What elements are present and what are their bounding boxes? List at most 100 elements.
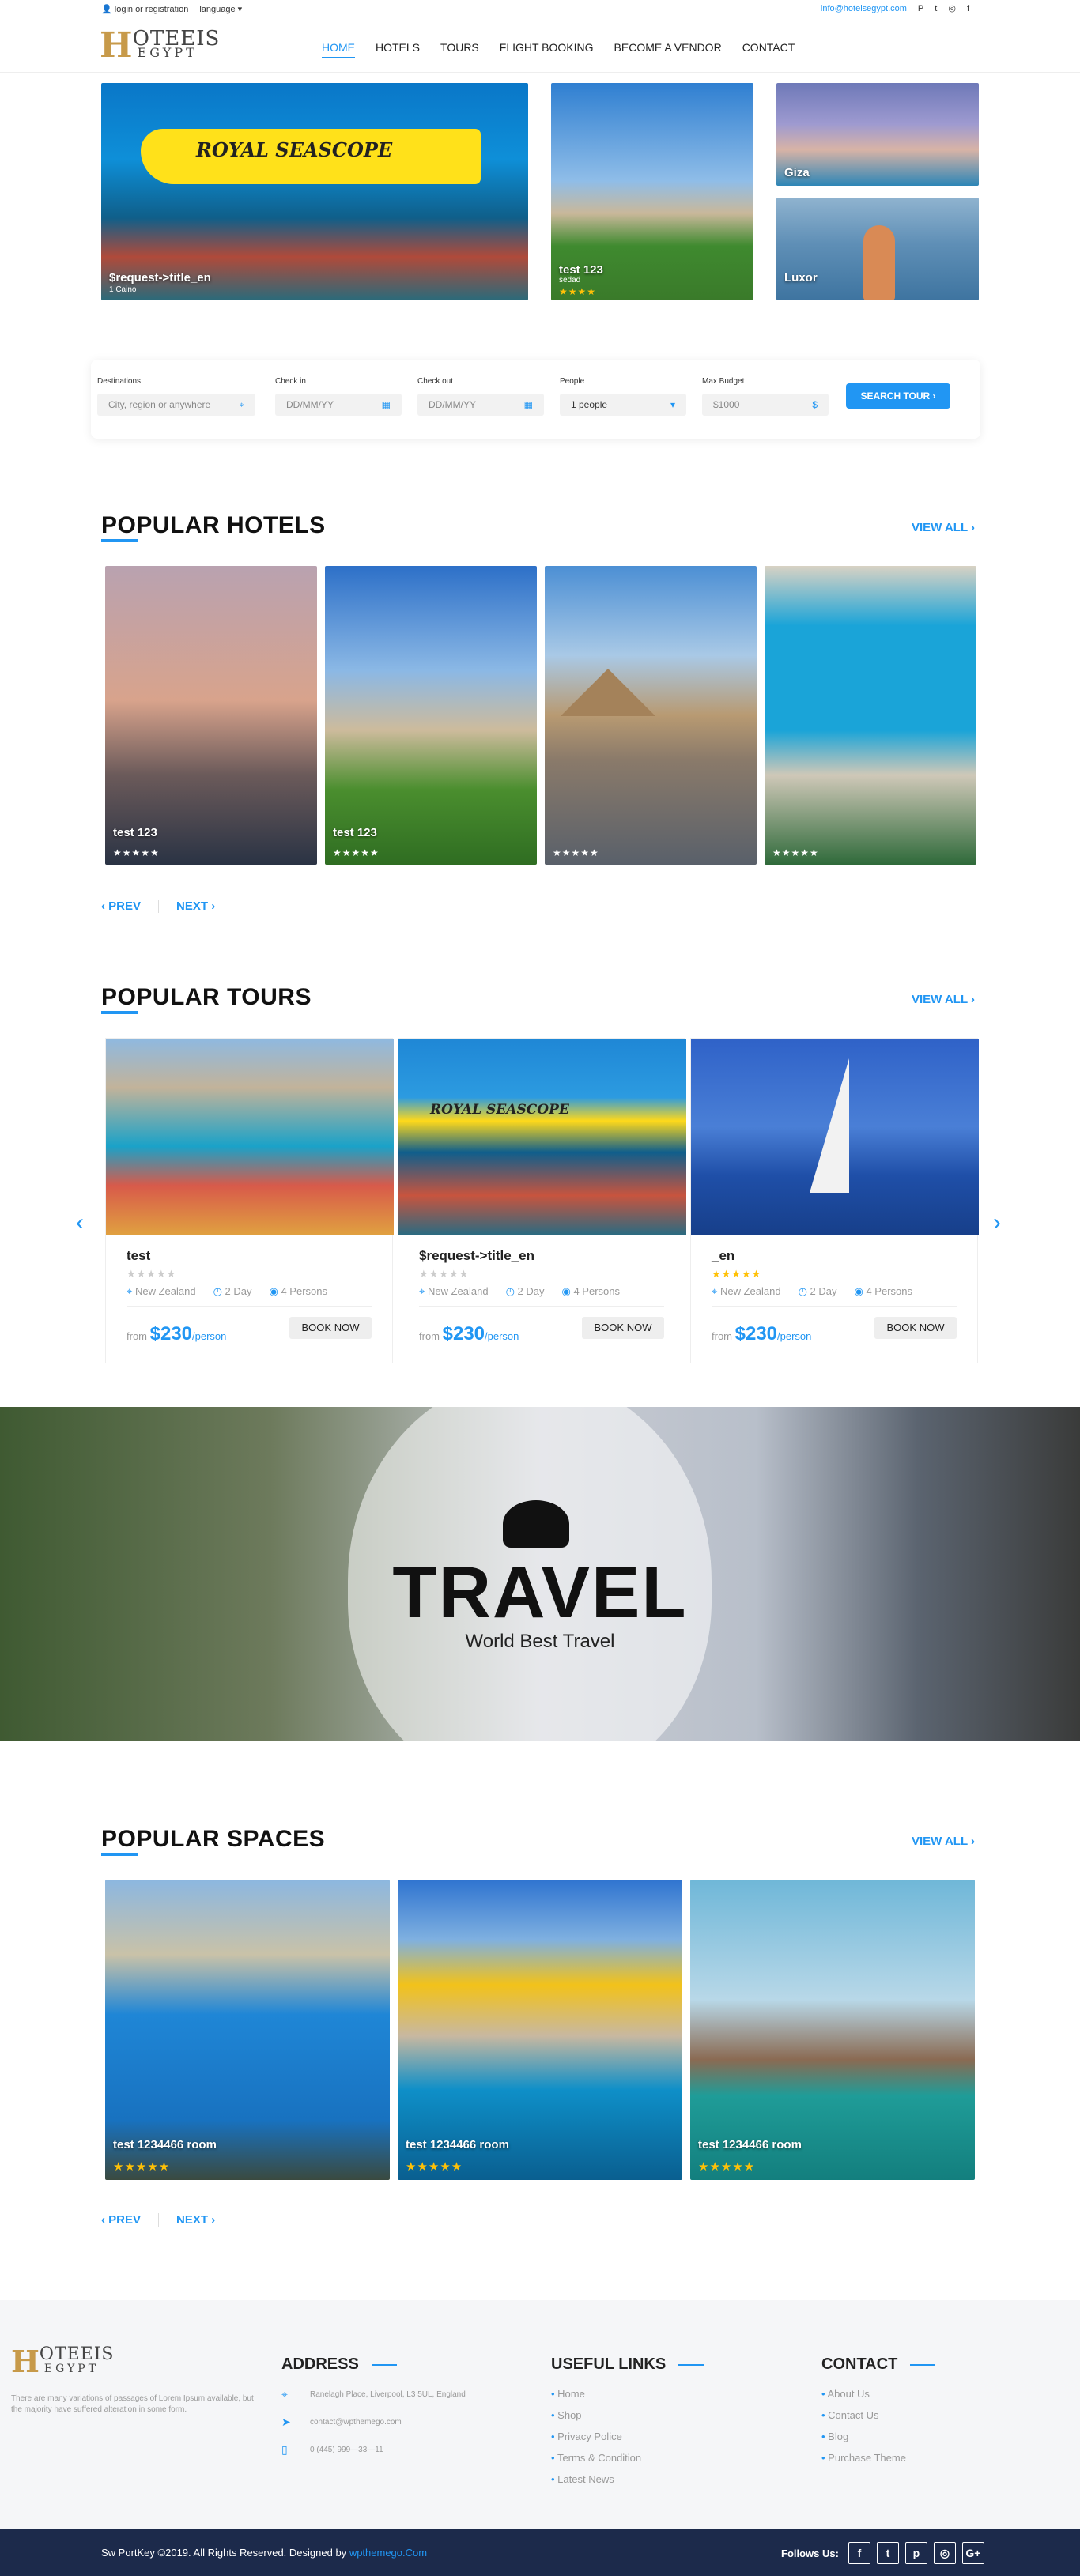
chevron-right-icon[interactable]: › (993, 1209, 1001, 1236)
footer-email-link[interactable]: contact@wpthemego.com (310, 2418, 402, 2427)
twitter-icon[interactable]: t (935, 4, 937, 13)
menu-flight-booking[interactable]: FLIGHT BOOKING (500, 41, 594, 58)
user-icon: ◉ (561, 1285, 571, 1297)
banner-subtitle: World Best Travel (465, 1631, 615, 1652)
tour-title: _en (712, 1248, 735, 1263)
boat-name: ROYAL SEASCOPE (430, 1102, 569, 1118)
hotel-card[interactable]: ★★★★★ (765, 566, 976, 865)
destinations-field[interactable]: Destinations City, region or anywhere ⌖ (97, 377, 255, 416)
tour-card[interactable]: ROYAL SEASCOPE $request->title_en ★★★★★ … (398, 1038, 686, 1363)
tours-view-all-link[interactable]: VIEW ALL › (912, 993, 975, 1006)
menu-hotels[interactable]: HOTELS (376, 41, 420, 58)
banner-title: TRAVEL (392, 1552, 688, 1633)
designer-link[interactable]: wpthemego.Com (349, 2547, 427, 2559)
chevron-left-icon[interactable]: ‹ (76, 1209, 84, 1236)
people-field[interactable]: People 1 people ▾ (560, 377, 686, 416)
site-logo[interactable]: H OTEEIS EGYPT (100, 28, 220, 63)
hotel-name: test 123 (333, 826, 377, 839)
tour-card[interactable]: test ★★★★★ ⌖ New Zealand ◷ 2 Day ◉ 4 Perso… (105, 1038, 394, 1363)
hotel-card[interactable]: test 123 ★★★★★ (105, 566, 317, 865)
location-pin-icon: ⌖ (239, 399, 244, 410)
people-select[interactable]: 1 people ▾ (560, 394, 686, 416)
hotels-prev-button[interactable]: ‹ PREV (101, 900, 141, 913)
hotel-card[interactable]: ★★★★★ (545, 566, 757, 865)
footer-link-news[interactable]: Latest News (551, 2473, 704, 2485)
hotel-stars: ★★★★★ (333, 847, 380, 858)
hero-mid-stars: ★★★★ (559, 286, 597, 297)
tour-price: from $230/person (127, 1323, 227, 1345)
checkin-field[interactable]: Check in DD/MM/YY ▦ (275, 377, 402, 416)
footer-useful-links: USEFUL LINKS Home Shop Privacy Police Te… (551, 2355, 704, 2495)
menu-home[interactable]: HOME (322, 41, 355, 58)
footer-link-purchase[interactable]: Purchase Theme (821, 2452, 935, 2464)
facebook-icon[interactable]: f (848, 2542, 870, 2564)
language-select[interactable]: language ▾ (199, 4, 242, 14)
checkout-input[interactable]: DD/MM/YY ▦ (417, 394, 544, 416)
hero-tile-giza[interactable]: Giza (776, 83, 979, 186)
main-menu: HOME HOTELS TOURS FLIGHT BOOKING BECOME … (322, 41, 795, 58)
hero-tile-hotel[interactable]: test 123 sedad ★★★★ (551, 83, 753, 300)
hotels-next-button[interactable]: NEXT › (176, 900, 215, 913)
boat-name: ROYAL SEASCOPE (196, 138, 393, 161)
tour-card[interactable]: _en ★★★★★ ⌖ New Zealand ◷ 2 Day ◉ 4 Person… (690, 1038, 979, 1363)
footer-link-contact[interactable]: Contact Us (821, 2409, 935, 2421)
email-link[interactable]: info@hotelsegypt.com (821, 4, 907, 13)
twitter-icon[interactable]: t (876, 2542, 899, 2564)
budget-field[interactable]: Max Budget $1000 $ (702, 377, 829, 416)
tour-title: test (127, 1248, 151, 1263)
book-now-button[interactable]: BOOK NOW (582, 1317, 664, 1339)
spaces-prev-button[interactable]: ‹ PREV (101, 2213, 141, 2227)
spaces-view-all-link[interactable]: VIEW ALL › (912, 1835, 975, 1848)
space-card[interactable]: test 1234466 room ★★★★★ (105, 1880, 390, 2180)
space-card[interactable]: test 1234466 room ★★★★★ (690, 1880, 975, 2180)
hotel-stars: ★★★★★ (553, 847, 599, 858)
hotels-view-all-link[interactable]: VIEW ALL › (912, 521, 975, 534)
footer-about: There are many variations of passages of… (11, 2394, 254, 2414)
spaces-next-button[interactable]: NEXT › (176, 2213, 215, 2227)
section-title-tours: POPULAR TOURS (101, 984, 312, 1014)
tour-title: $request->title_en (419, 1248, 534, 1263)
hotels-pager: ‹ PREV NEXT › (101, 900, 215, 913)
footer-link-about[interactable]: About Us (821, 2388, 935, 2400)
hotel-stars: ★★★★★ (113, 847, 160, 858)
footer-link-privacy[interactable]: Privacy Police (551, 2431, 704, 2442)
hero-luxor-label: Luxor (784, 271, 818, 285)
clock-icon: ◷ (213, 1285, 222, 1297)
instagram-icon[interactable]: ◎ (933, 2542, 956, 2564)
hero-main-title: $request->title_en (109, 271, 211, 285)
facebook-icon[interactable]: f (967, 4, 969, 13)
hotel-card[interactable]: test 123 ★★★★★ (325, 566, 537, 865)
space-card[interactable]: test 1234466 room ★★★★★ (398, 1880, 682, 2180)
checkout-field[interactable]: Check out DD/MM/YY ▦ (417, 377, 544, 416)
hotel-name: test 123 (113, 826, 157, 839)
sail-shape (810, 1058, 849, 1193)
footer-link-shop[interactable]: Shop (551, 2409, 704, 2421)
menu-tours[interactable]: TOURS (440, 41, 479, 58)
pinterest-icon[interactable]: p (904, 2542, 927, 2564)
google-plus-icon[interactable]: G+ (961, 2542, 984, 2564)
main-nav: H OTEEIS EGYPT HOME HOTELS TOURS FLIGHT B… (0, 17, 1080, 73)
menu-become-vendor[interactable]: BECOME A VENDOR (614, 41, 722, 58)
space-name: test 1234466 room (406, 2138, 509, 2152)
budget-input[interactable]: $1000 $ (702, 394, 829, 416)
hero-tile-main[interactable]: ROYAL SEASCOPE $request->title_en 1 Cain… (101, 83, 528, 300)
footer-address: ADDRESS ⌖ Ranelagh Place, Liverpool, L3 5… (281, 2355, 466, 2456)
checkin-input[interactable]: DD/MM/YY ▦ (275, 394, 402, 416)
instagram-icon[interactable]: ◎ (948, 3, 956, 13)
clock-icon: ◷ (798, 1285, 807, 1297)
footer-link-blog[interactable]: Blog (821, 2431, 935, 2442)
login-link[interactable]: 👤 login or registration (101, 4, 188, 14)
footer-link-home[interactable]: Home (551, 2388, 704, 2400)
tour-stars: ★★★★★ (712, 1268, 762, 1280)
user-icon: ◉ (269, 1285, 278, 1297)
book-now-button[interactable]: BOOK NOW (289, 1317, 372, 1339)
destinations-input[interactable]: City, region or anywhere ⌖ (97, 394, 255, 416)
hero-tile-luxor[interactable]: Luxor (776, 198, 979, 300)
tour-stars: ★★★★★ (127, 1268, 177, 1280)
footer-logo[interactable]: H OTEEIS EGYPT (11, 2344, 115, 2379)
menu-contact[interactable]: CONTACT (742, 41, 795, 58)
book-now-button[interactable]: BOOK NOW (874, 1317, 957, 1339)
search-tour-button[interactable]: SEARCH TOUR › (846, 383, 950, 409)
footer-link-terms[interactable]: Terms & Condition (551, 2452, 704, 2464)
pinterest-icon[interactable]: P (918, 4, 923, 13)
